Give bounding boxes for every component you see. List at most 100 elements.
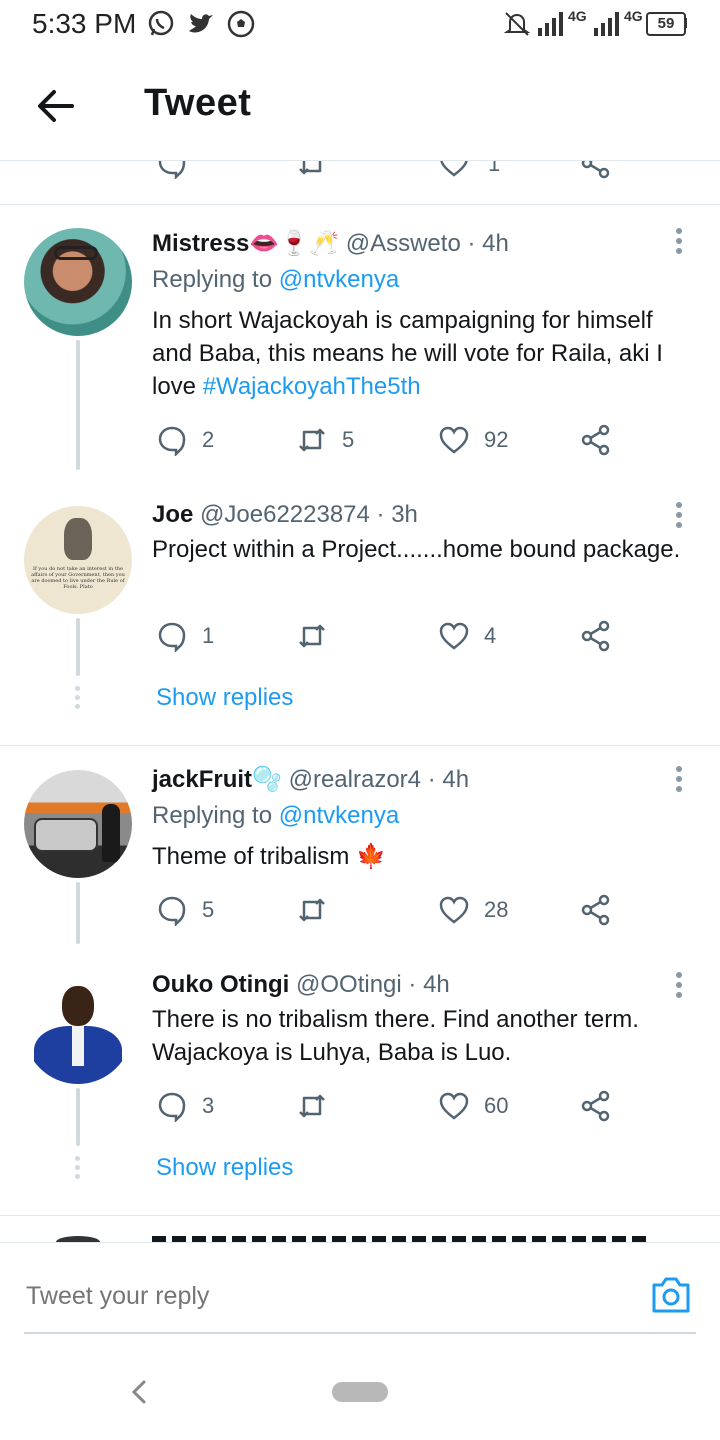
share-icon: [581, 894, 610, 926]
share-button[interactable]: [580, 424, 612, 456]
retweet-button[interactable]: [296, 894, 328, 926]
display-name[interactable]: Ouko Otingi: [152, 971, 289, 998]
more-icon[interactable]: [666, 226, 692, 256]
tweet-header: Ouko Otingi @OOtingi · 4h: [152, 971, 450, 999]
avatar[interactable]: [24, 976, 132, 1084]
person-shape: [102, 804, 120, 862]
retweet-icon: [299, 428, 325, 452]
show-replies-link[interactable]: Show replies: [156, 684, 293, 712]
thread-dots: [74, 686, 82, 712]
bell-off-icon: [503, 12, 531, 36]
share-button[interactable]: [580, 620, 612, 652]
like-button[interactable]: 60: [438, 1090, 508, 1122]
tweet-text: Theme of tribalism 🍁: [152, 840, 692, 873]
like-icon: [439, 896, 469, 924]
timestamp: · 4h: [427, 766, 470, 793]
bust-shape: [64, 518, 92, 560]
like-button[interactable]: 4: [438, 620, 496, 652]
reply-input[interactable]: [24, 1265, 648, 1327]
hashtag-link[interactable]: #WajackoyahThe5th: [203, 373, 421, 400]
reply-button[interactable]: 5: [156, 894, 214, 926]
glasses-shape: [54, 246, 98, 260]
mention-link[interactable]: @ntvkenya: [279, 266, 399, 293]
display-name[interactable]: Joe: [152, 501, 193, 528]
share-icon[interactable]: [580, 161, 612, 179]
tweet-header: jackFruit🫧 @realrazor4 · 4h: [152, 765, 469, 794]
tweet-header: Mistress👄🍷🥂 @Assweto · 4h: [152, 229, 509, 258]
like-count: 1: [488, 161, 501, 176]
more-icon[interactable]: [666, 970, 692, 1000]
page-title: Tweet: [144, 82, 252, 124]
share-button[interactable]: [580, 1090, 612, 1122]
back-arrow-icon[interactable]: [32, 84, 80, 128]
like-count: 4: [484, 623, 497, 648]
nav-back-icon[interactable]: [128, 1378, 150, 1406]
retweet-button[interactable]: [296, 1090, 328, 1122]
replying-to: Replying to @ntvkenya: [152, 802, 399, 830]
retweet-icon: [299, 1094, 325, 1118]
more-icon[interactable]: [666, 500, 692, 530]
retweet-icon[interactable]: [296, 161, 328, 179]
avatar[interactable]: If you do not take an interest in the af…: [24, 506, 132, 614]
status-time: 5:33 PM: [32, 8, 137, 39]
handle[interactable]: @Assweto: [346, 230, 461, 257]
tweet-header: Joe @Joe62223874 · 3h: [152, 501, 418, 529]
battery-tip: [684, 18, 687, 28]
display-name[interactable]: Mistress: [152, 230, 249, 257]
battery-level: 59: [657, 15, 675, 32]
tweet-text: In short Wajackoyah is campaigning for h…: [152, 304, 692, 403]
avatar[interactable]: [24, 770, 132, 878]
reply-icon: [158, 896, 186, 926]
share-icon: [581, 1090, 610, 1122]
handle[interactable]: @Joe62223874: [200, 501, 370, 528]
like-count: 60: [484, 1093, 509, 1118]
maple-leaf-emoji: 🍁: [356, 843, 386, 870]
like-icon: [439, 426, 469, 454]
divider: [0, 745, 720, 746]
reply-underline: [24, 1332, 696, 1334]
thread-line: [76, 618, 80, 676]
replying-label: Replying to: [152, 802, 273, 829]
retweet-button[interactable]: 5: [296, 424, 354, 456]
tweet-text: Project within a Project.......home boun…: [152, 536, 681, 563]
more-icon[interactable]: [666, 764, 692, 794]
reply-button[interactable]: 1: [156, 620, 214, 652]
network-type-1: 4G: [568, 8, 587, 24]
thread-dots: [74, 1156, 82, 1182]
previous-tweet-actions: 1: [0, 161, 720, 183]
reply-icon: [158, 426, 186, 456]
display-name[interactable]: jackFruit: [152, 766, 252, 793]
tweet-text: There is no tribalism there. Find anothe…: [152, 1006, 639, 1066]
reply-count: 3: [202, 1093, 215, 1118]
handle[interactable]: @realrazor4: [289, 766, 421, 793]
name-emoji: 🫧: [252, 766, 282, 793]
reply-count: 1: [202, 623, 215, 648]
nav-home-pill[interactable]: [332, 1382, 388, 1402]
handle[interactable]: @OOtingi: [296, 971, 402, 998]
like-button[interactable]: 28: [438, 894, 508, 926]
timestamp: · 4h: [408, 971, 450, 998]
header: Tweet: [0, 50, 720, 161]
reply-icon: [158, 1092, 186, 1122]
reply-icon[interactable]: [156, 161, 188, 179]
timestamp: · 4h: [467, 230, 509, 257]
car-shape: [34, 818, 98, 852]
like-button[interactable]: 92: [438, 424, 508, 456]
divider: [0, 204, 720, 205]
reply-button[interactable]: 3: [156, 1090, 214, 1122]
retweet-icon: [299, 624, 325, 648]
avatar[interactable]: [24, 228, 132, 336]
retweet-button[interactable]: [296, 620, 328, 652]
show-replies-link[interactable]: Show replies: [156, 1154, 293, 1182]
retweet-count: 5: [342, 427, 355, 452]
signal-icon: [538, 12, 563, 36]
retweet-icon: [299, 898, 325, 922]
like-icon[interactable]: [438, 161, 470, 179]
camera-icon[interactable]: [650, 1275, 692, 1315]
share-button[interactable]: [580, 894, 612, 926]
network-type-2: 4G: [624, 8, 643, 24]
mention-link[interactable]: @ntvkenya: [279, 802, 399, 829]
reply-icon: [158, 622, 186, 652]
reply-button[interactable]: 2: [156, 424, 214, 456]
timestamp: · 3h: [376, 501, 418, 528]
